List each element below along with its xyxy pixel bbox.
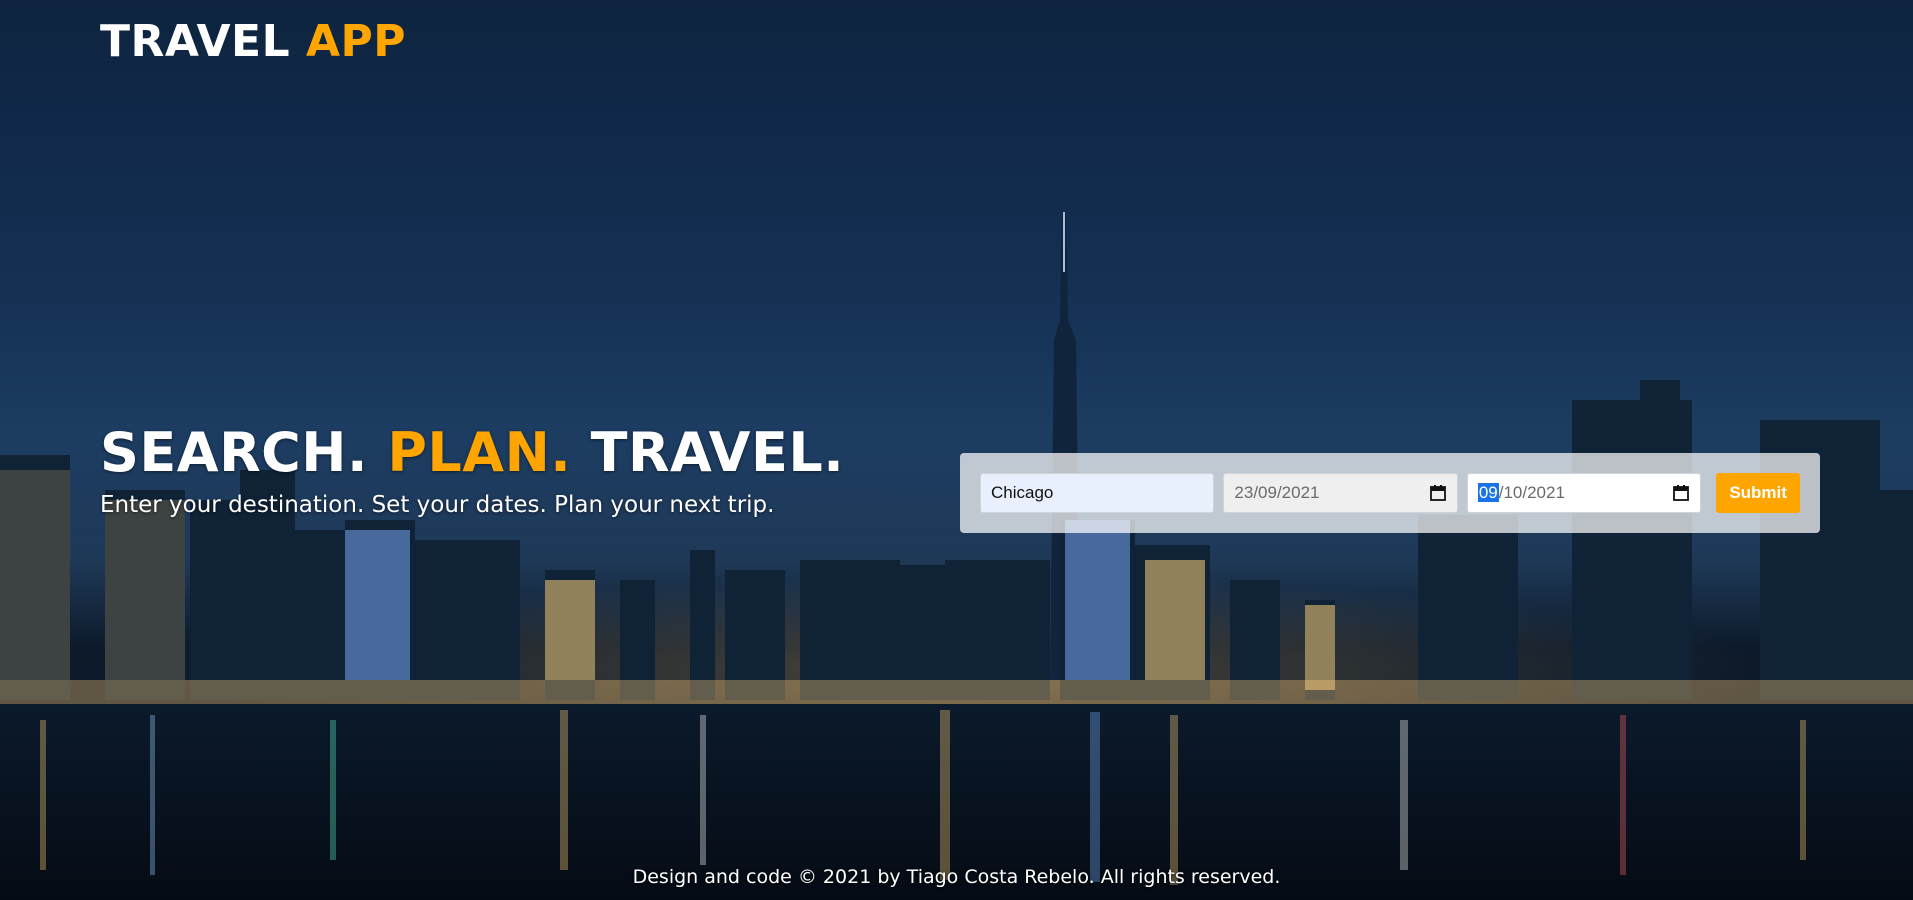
headline-search: SEARCH. <box>100 421 368 484</box>
end-date-value: 09/10/2021 <box>1477 483 1565 503</box>
headline-travel: TRAVEL. <box>590 421 845 484</box>
headline-plan: PLAN. <box>387 421 572 484</box>
end-date-input[interactable]: 09/10/2021 <box>1466 473 1702 513</box>
footer-copyright: Design and code © 2021 by Tiago Costa Re… <box>632 866 1281 888</box>
logo-primary-text: TRAVEL <box>100 16 291 67</box>
end-date-day-selected: 09 <box>1477 483 1499 502</box>
hero-subtitle: Enter your destination. Set your dates. … <box>100 492 775 518</box>
start-date-input[interactable]: 23/09/2021 <box>1223 473 1458 513</box>
logo-accent-text: APP <box>305 16 406 67</box>
end-date-rest: /10/2021 <box>1498 483 1565 502</box>
start-date-value: 23/09/2021 <box>1234 483 1320 502</box>
submit-button[interactable]: Submit <box>1716 473 1801 513</box>
destination-input[interactable]: Chicago <box>980 473 1215 513</box>
calendar-icon[interactable] <box>1429 484 1447 502</box>
calendar-icon[interactable] <box>1672 484 1690 502</box>
app-logo[interactable]: TRAVEL APP <box>100 16 406 67</box>
hero-section: SEARCH. PLAN. TRAVEL. Enter your destina… <box>100 420 844 518</box>
page: TRAVEL APP SEARCH. PLAN. TRAVEL. Enter y… <box>0 0 1913 900</box>
trip-search-form: Chicago 23/09/2021 09/10/2021 Submit <box>960 453 1820 533</box>
hero-headline: SEARCH. PLAN. TRAVEL. <box>100 420 844 486</box>
destination-value: Chicago <box>991 483 1054 502</box>
